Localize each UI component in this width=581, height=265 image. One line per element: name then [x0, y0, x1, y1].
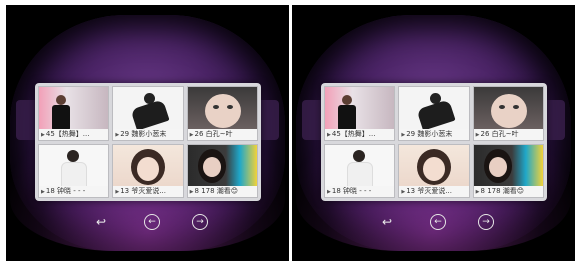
previous-page-button[interactable]: ←	[144, 214, 160, 230]
play-icon: ▶	[189, 131, 194, 138]
play-icon: ▶	[475, 131, 480, 138]
video-thumbnail	[325, 144, 395, 186]
arrow-left-icon: ←	[434, 217, 442, 227]
video-thumbnail	[113, 87, 183, 129]
video-caption: 45【热舞】...	[331, 129, 376, 138]
video-caption: 8 178 潮看😊	[480, 187, 525, 195]
video-grid: ▶45【热舞】... ▶29 魏影小葱末 ▶26 白孔~叶 ▶18 钟晓 - -…	[35, 83, 261, 201]
arrow-left-icon: ←	[148, 217, 156, 227]
navigation-bar: ↩ ← →	[90, 211, 208, 233]
video-tile[interactable]: ▶8 178 潮看😊	[186, 143, 258, 198]
play-icon: ▶	[41, 189, 45, 195]
right-eye-view: ▶45【热舞】... ▶29 魏影小葱末 ▶26 白孔~叶 ▶18 钟晓 - -…	[292, 5, 575, 261]
play-icon: ▶	[327, 131, 331, 138]
back-icon: ↩	[381, 215, 393, 229]
video-tile[interactable]: ▶45【热舞】...	[324, 86, 396, 141]
play-icon: ▶	[401, 189, 406, 195]
video-thumbnail	[473, 144, 543, 186]
video-thumbnail	[113, 144, 183, 186]
video-tile[interactable]: ▶18 钟晓 - - -	[324, 143, 396, 198]
video-thumbnail	[39, 144, 109, 186]
video-thumbnail	[399, 87, 469, 129]
next-page-button[interactable]: →	[478, 214, 494, 230]
video-thumbnail	[399, 144, 469, 186]
video-tile[interactable]: ▶13 爷灭爱说...	[398, 143, 470, 198]
video-tile[interactable]: ▶8 178 潮看😊	[472, 143, 544, 198]
video-caption: 18 钟晓 - - -	[331, 187, 372, 195]
back-button[interactable]: ↩	[90, 213, 112, 231]
next-page-button[interactable]: →	[192, 214, 208, 230]
video-caption: 26 白孔~叶	[194, 129, 233, 138]
play-icon: ▶	[41, 131, 45, 138]
video-caption: 18 钟晓 - - -	[45, 187, 86, 195]
back-icon: ↩	[95, 215, 107, 229]
navigation-bar: ↩ ← →	[376, 211, 494, 233]
video-thumbnail	[187, 144, 257, 186]
video-thumbnail	[39, 87, 109, 129]
video-thumbnail	[325, 87, 395, 129]
play-icon: ▶	[115, 189, 120, 195]
play-icon: ▶	[115, 131, 120, 138]
back-button[interactable]: ↩	[376, 213, 398, 231]
video-thumbnail	[473, 87, 543, 129]
video-tile[interactable]: ▶26 白孔~叶	[186, 86, 258, 141]
video-tile[interactable]: ▶18 钟晓 - - -	[38, 143, 110, 198]
video-caption: 29 魏影小葱末	[406, 129, 453, 138]
play-icon: ▶	[401, 131, 406, 138]
video-tile[interactable]: ▶29 魏影小葱末	[398, 86, 470, 141]
vr-stereo-view: ▶45【热舞】... ▶29 魏影小葱末 ▶26 白孔~叶 ▶18 钟晓 - -…	[0, 0, 581, 265]
video-grid: ▶45【热舞】... ▶29 魏影小葱末 ▶26 白孔~叶 ▶18 钟晓 - -…	[321, 83, 547, 201]
video-thumbnail	[187, 87, 257, 129]
video-caption: 45【热舞】...	[45, 129, 90, 138]
play-icon: ▶	[327, 189, 331, 195]
arrow-right-icon: →	[196, 217, 204, 227]
video-caption: 13 爷灭爱说...	[406, 187, 452, 195]
play-icon: ▶	[189, 189, 194, 195]
video-caption: 13 爷灭爱说...	[120, 187, 166, 195]
video-caption: 29 魏影小葱末	[120, 129, 167, 138]
arrow-right-icon: →	[482, 217, 490, 227]
video-tile[interactable]: ▶29 魏影小葱末	[112, 86, 184, 141]
left-eye-view: ▶45【热舞】... ▶29 魏影小葱末 ▶26 白孔~叶 ▶18 钟晓 - -…	[6, 5, 289, 261]
video-tile[interactable]: ▶13 爷灭爱说...	[112, 143, 184, 198]
video-tile[interactable]: ▶26 白孔~叶	[472, 86, 544, 141]
video-tile[interactable]: ▶45【热舞】...	[38, 86, 110, 141]
previous-page-button[interactable]: ←	[430, 214, 446, 230]
play-icon: ▶	[475, 189, 480, 195]
video-caption: 26 白孔~叶	[480, 129, 519, 138]
video-caption: 8 178 潮看😊	[194, 187, 239, 195]
